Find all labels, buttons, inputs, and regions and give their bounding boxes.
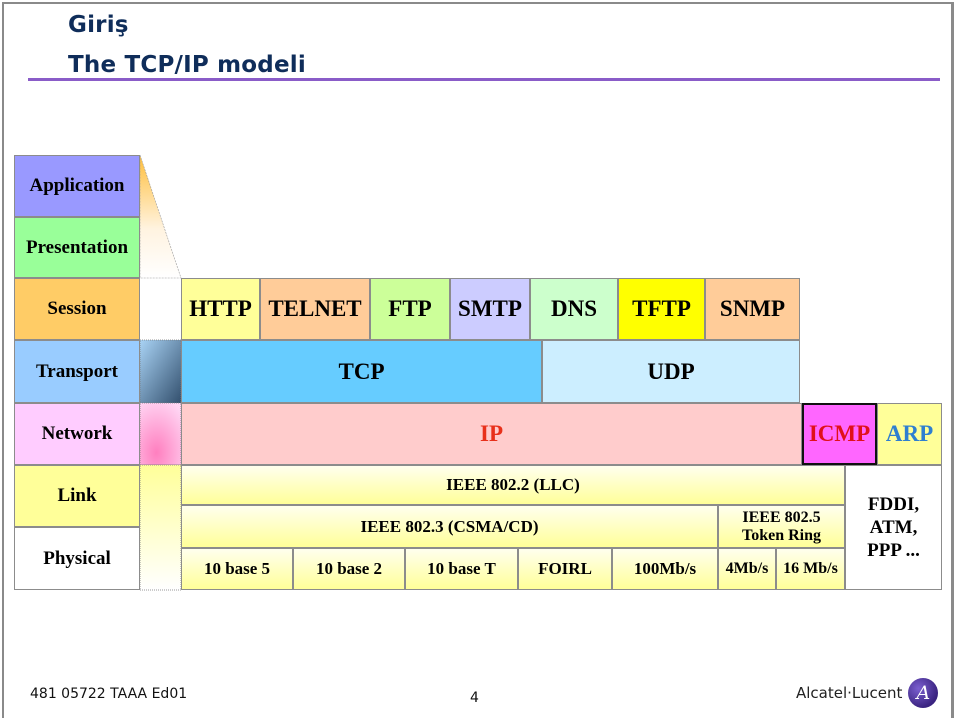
physical-4mbps: 4Mb/s	[718, 548, 776, 590]
protocol-telnet: TELNET	[260, 278, 370, 340]
osi-layer-presentation: Presentation	[14, 217, 140, 278]
logo-globe-icon: A	[908, 678, 939, 708]
osi-layer-application: Application	[14, 155, 140, 217]
protocol-icmp: ICMP	[802, 403, 877, 465]
protocol-ieee-802-3: IEEE 802.3 (CSMA/CD)	[181, 505, 718, 548]
protocol-tcp: TCP	[181, 340, 542, 403]
osi-layer-network: Network	[14, 403, 140, 465]
protocol-snmp: SNMP	[705, 278, 800, 340]
osi-layer-session: Session	[14, 278, 140, 340]
physical-10base5: 10 base 5	[181, 548, 293, 590]
protocol-smtp: SMTP	[450, 278, 530, 340]
protocol-http: HTTP	[181, 278, 260, 340]
osi-layer-transport: Transport	[14, 340, 140, 403]
document-code: 481 05722 TAAA Ed01	[30, 686, 188, 702]
physical-10base2: 10 base 2	[293, 548, 405, 590]
company-logo: Alcatel·Lucent A	[796, 678, 939, 708]
physical-foirl: FOIRL	[518, 548, 612, 590]
osi-layer-link: Link	[14, 465, 140, 527]
protocol-ieee-802-5: IEEE 802.5 Token Ring	[718, 505, 845, 548]
physical-10baseT: 10 base T	[405, 548, 518, 590]
protocol-tftp: TFTP	[618, 278, 705, 340]
protocol-dns: DNS	[530, 278, 618, 340]
physical-100mbps: 100Mb/s	[612, 548, 718, 590]
logo-text: Alcatel·Lucent	[796, 684, 903, 702]
osi-layer-physical: Physical	[14, 527, 140, 590]
protocol-ieee-802-2: IEEE 802.2 (LLC)	[181, 465, 845, 505]
protocol-udp: UDP	[542, 340, 800, 403]
protocol-ftp: FTP	[370, 278, 450, 340]
protocol-ip: IP	[181, 403, 802, 465]
physical-16mbps: 16 Mb/s	[776, 548, 845, 590]
page-number: 4	[470, 690, 479, 706]
protocol-arp: ARP	[877, 403, 942, 465]
protocol-fddi-atm-ppp: FDDI, ATM, PPP ...	[845, 465, 942, 590]
